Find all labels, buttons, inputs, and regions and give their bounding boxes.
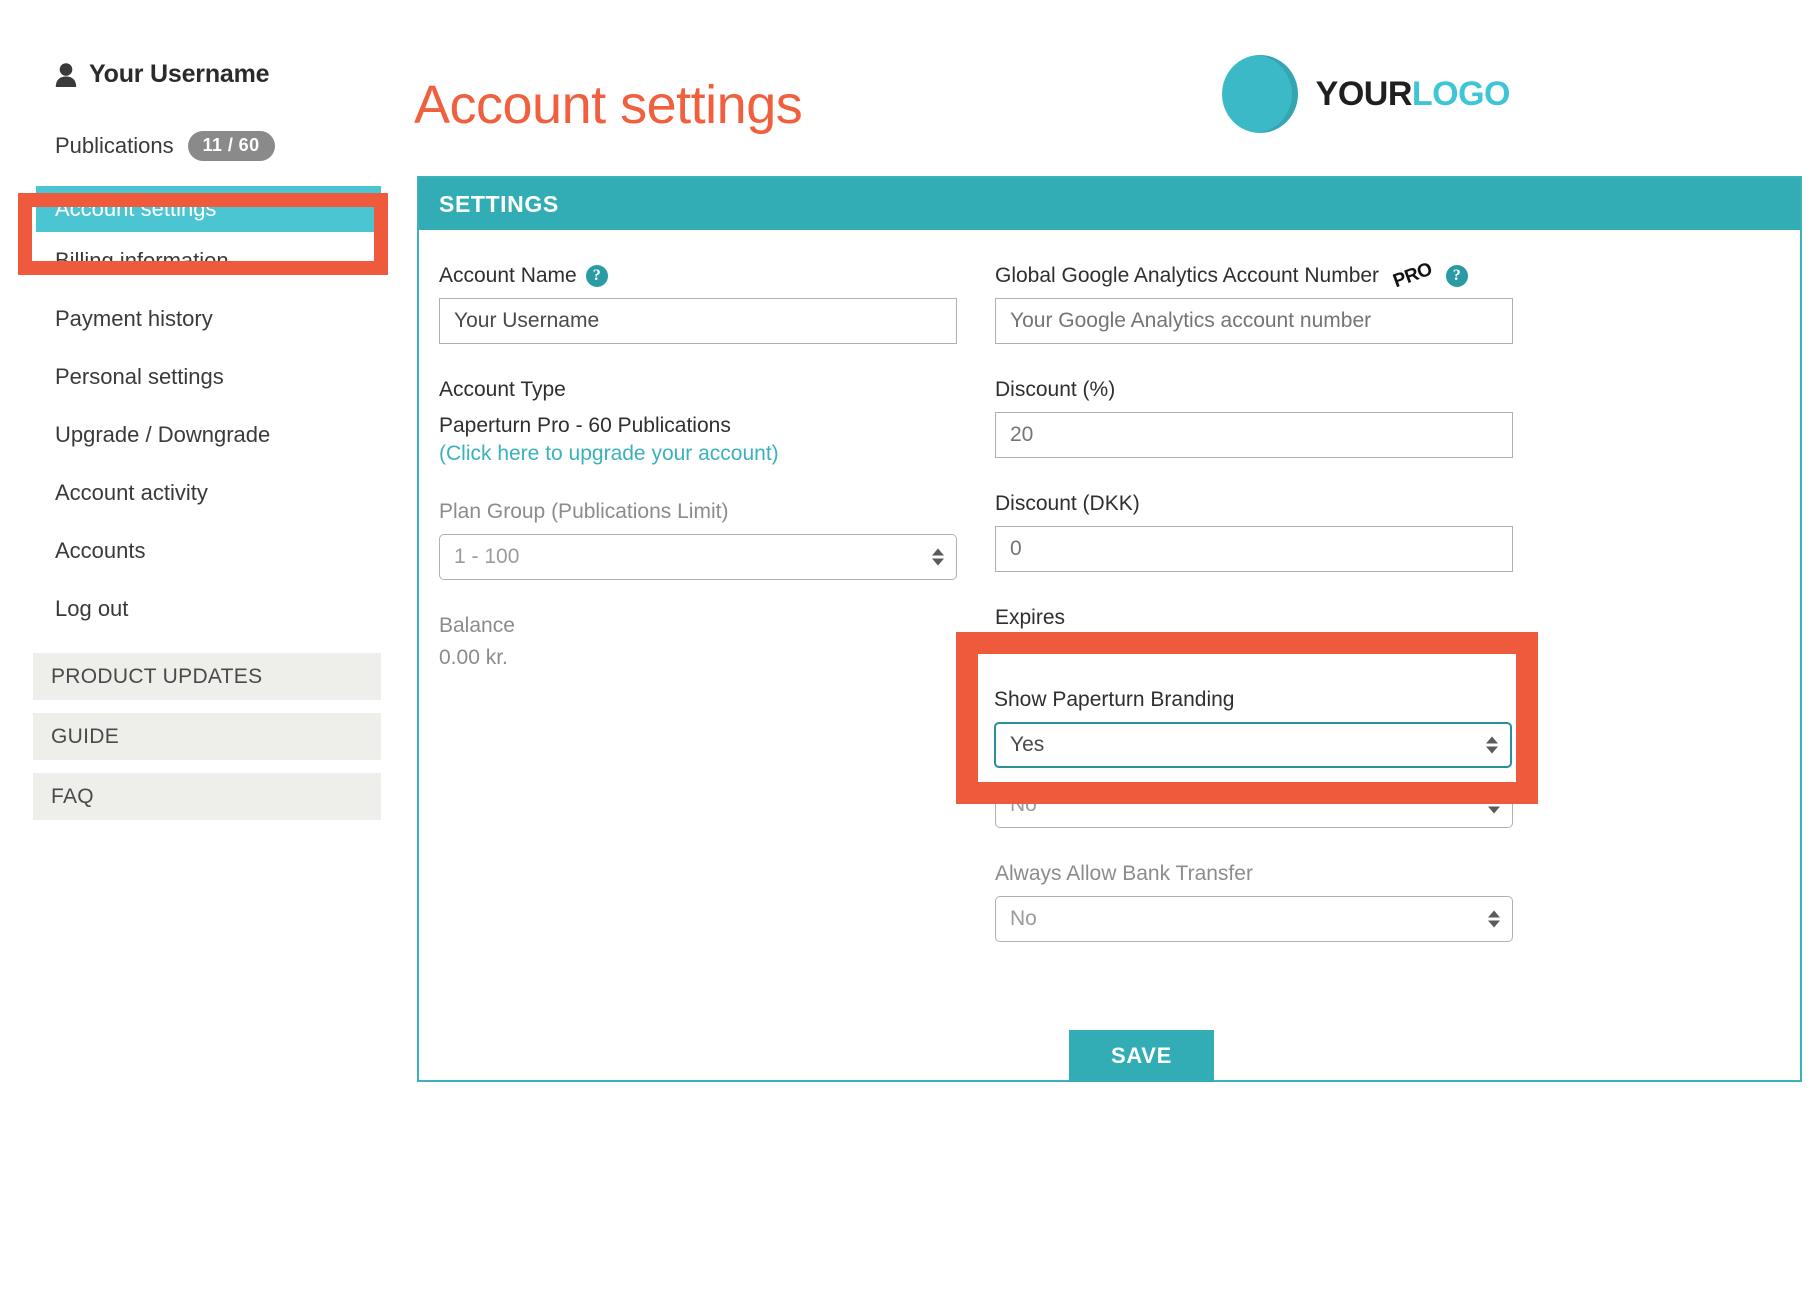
logo-text: YOURLOGO	[1315, 74, 1511, 114]
sidebar-item-upgrade-downgrade[interactable]: Upgrade / Downgrade	[0, 406, 470, 464]
account-type-label: Account Type	[439, 378, 566, 401]
google-analytics-input[interactable]	[995, 298, 1513, 344]
branding-field: Show Paperturn Branding Yes	[994, 688, 1514, 788]
plan-group-label: Plan Group (Publications Limit)	[439, 500, 729, 524]
sidebar-username: Your Username	[89, 60, 270, 88]
plan-group-value: 1 - 100	[454, 545, 520, 569]
pro-badge: PRO	[1390, 258, 1435, 293]
google-analytics-label-row: Global Google Analytics Account Number P…	[995, 259, 1555, 292]
expires-month-value: Month	[1124, 651, 1183, 674]
settings-card: SETTINGS Account Name ? Account Type Pap…	[417, 176, 1802, 1082]
expires-year-select[interactable]: Year	[1273, 640, 1372, 686]
sidebar-publications[interactable]: Publications 11 / 60	[55, 131, 275, 161]
circle-logo-icon	[1221, 55, 1298, 133]
hidden-select-field: No	[995, 782, 1555, 828]
save-button-wrap: SAVE	[419, 1030, 1800, 1082]
help-icon[interactable]: ?	[1445, 265, 1468, 287]
discount-percent-label: Discount (%)	[995, 378, 1116, 401]
plan-group-select[interactable]: 1 - 100	[439, 534, 957, 581]
balance-field: Balance 0.00 kr.	[439, 614, 999, 670]
user-icon	[55, 62, 77, 88]
hidden-select-value: No	[1010, 793, 1037, 816]
account-name-label: Account Name	[439, 264, 577, 287]
chevron-updown-icon	[1488, 910, 1500, 928]
branding-label: Show Paperturn Branding	[994, 688, 1235, 711]
sidebar-panel-guide[interactable]: GUIDE	[33, 713, 381, 760]
bank-transfer-value: No	[1010, 907, 1037, 930]
sidebar-item-payment-history[interactable]: Payment history	[0, 290, 470, 348]
expires-month-select[interactable]: Month	[1109, 640, 1258, 686]
account-settings-page: Your Username Publications 11 / 60 Accou…	[0, 0, 1820, 1300]
bank-transfer-label: Always Allow Bank Transfer	[995, 862, 1253, 885]
chevron-updown-icon	[932, 548, 944, 566]
expires-row: Day . Month . Year	[995, 640, 1555, 686]
help-icon[interactable]: ?	[585, 265, 608, 287]
account-type-field: Account Type Paperturn Pro - 60 Publicat…	[439, 378, 999, 466]
discount-dkk-field: Discount (DKK)	[995, 492, 1555, 572]
settings-card-heading: SETTINGS	[419, 178, 1800, 230]
sidebar-item-personal-settings[interactable]: Personal settings	[0, 348, 470, 406]
discount-percent-field: Discount (%)	[995, 378, 1555, 458]
balance-value: 0.00 kr.	[439, 646, 508, 670]
chevron-updown-icon	[1232, 654, 1245, 672]
logo-text-secondary: LOGO	[1411, 74, 1511, 113]
sidebar-user: Your Username	[55, 60, 270, 89]
account-type-value: Paperturn Pro - 60 Publications	[439, 414, 731, 437]
save-button[interactable]: SAVE	[1068, 1030, 1215, 1082]
bank-transfer-select[interactable]: No	[995, 896, 1513, 942]
settings-left-column: Account Name ? Account Type Paperturn Pr…	[439, 230, 999, 670]
chevron-updown-icon	[1486, 736, 1498, 754]
sidebar-item-log-out[interactable]: Log out	[0, 580, 470, 638]
sidebar-item-billing-information[interactable]: Billing information	[0, 232, 470, 290]
branding-select[interactable]: Yes	[994, 722, 1512, 768]
account-name-input[interactable]	[439, 298, 957, 344]
page-title: Account settings	[414, 75, 803, 136]
discount-dkk-input[interactable]	[995, 526, 1513, 572]
settings-card-body: Account Name ? Account Type Paperturn Pr…	[419, 230, 1800, 1082]
hidden-select[interactable]: No	[995, 782, 1513, 828]
google-analytics-field: Global Google Analytics Account Number P…	[995, 259, 1555, 344]
sidebar-panel-faq[interactable]: FAQ	[33, 773, 381, 820]
discount-dkk-label: Discount (DKK)	[995, 492, 1140, 515]
expires-day-value: Day	[1010, 651, 1048, 674]
logo-text-primary: YOUR	[1315, 74, 1413, 113]
expires-separator-1: .	[1098, 650, 1105, 675]
discount-percent-input[interactable]	[995, 412, 1513, 458]
upgrade-account-link[interactable]: (Click here to upgrade your account)	[439, 442, 999, 466]
google-analytics-label: Global Google Analytics Account Number	[995, 264, 1380, 287]
sidebar-panels: PRODUCT UPDATES GUIDE FAQ	[33, 653, 381, 833]
sidebar-item-account-activity[interactable]: Account activity	[0, 464, 470, 522]
expires-year-value: Year	[1288, 651, 1331, 674]
sidebar-item-accounts[interactable]: Accounts	[0, 522, 470, 580]
publications-count-badge: 11 / 60	[187, 131, 275, 161]
plan-group-field: Plan Group (Publications Limit) 1 - 100	[439, 500, 999, 581]
publications-label: Publications	[55, 133, 174, 158]
chevron-updown-icon	[1068, 654, 1080, 672]
balance-label: Balance	[439, 614, 515, 638]
chevron-updown-icon	[1346, 654, 1359, 672]
sidebar-item-account-settings[interactable]: Account settings	[36, 186, 381, 232]
account-name-label-row: Account Name ?	[439, 264, 999, 288]
sidebar-nav: Account settings Billing information Pay…	[0, 186, 470, 638]
branding-value: Yes	[1010, 733, 1045, 756]
brand-logo: YOURLOGO	[1221, 55, 1511, 133]
expires-field: Expires Day . Month . Year	[995, 606, 1555, 686]
account-name-field: Account Name ?	[439, 264, 999, 344]
sidebar-panel-product-updates[interactable]: PRODUCT UPDATES	[33, 653, 381, 700]
chevron-updown-icon	[1488, 796, 1500, 814]
expires-day-select[interactable]: Day	[995, 640, 1093, 686]
sidebar: Your Username Publications 11 / 60 Accou…	[0, 0, 470, 1300]
expires-separator-2: .	[1262, 650, 1269, 675]
settings-right-column: Global Google Analytics Account Number P…	[995, 230, 1555, 942]
bank-transfer-field: Always Allow Bank Transfer No	[995, 862, 1555, 942]
expires-label: Expires	[995, 606, 1066, 629]
